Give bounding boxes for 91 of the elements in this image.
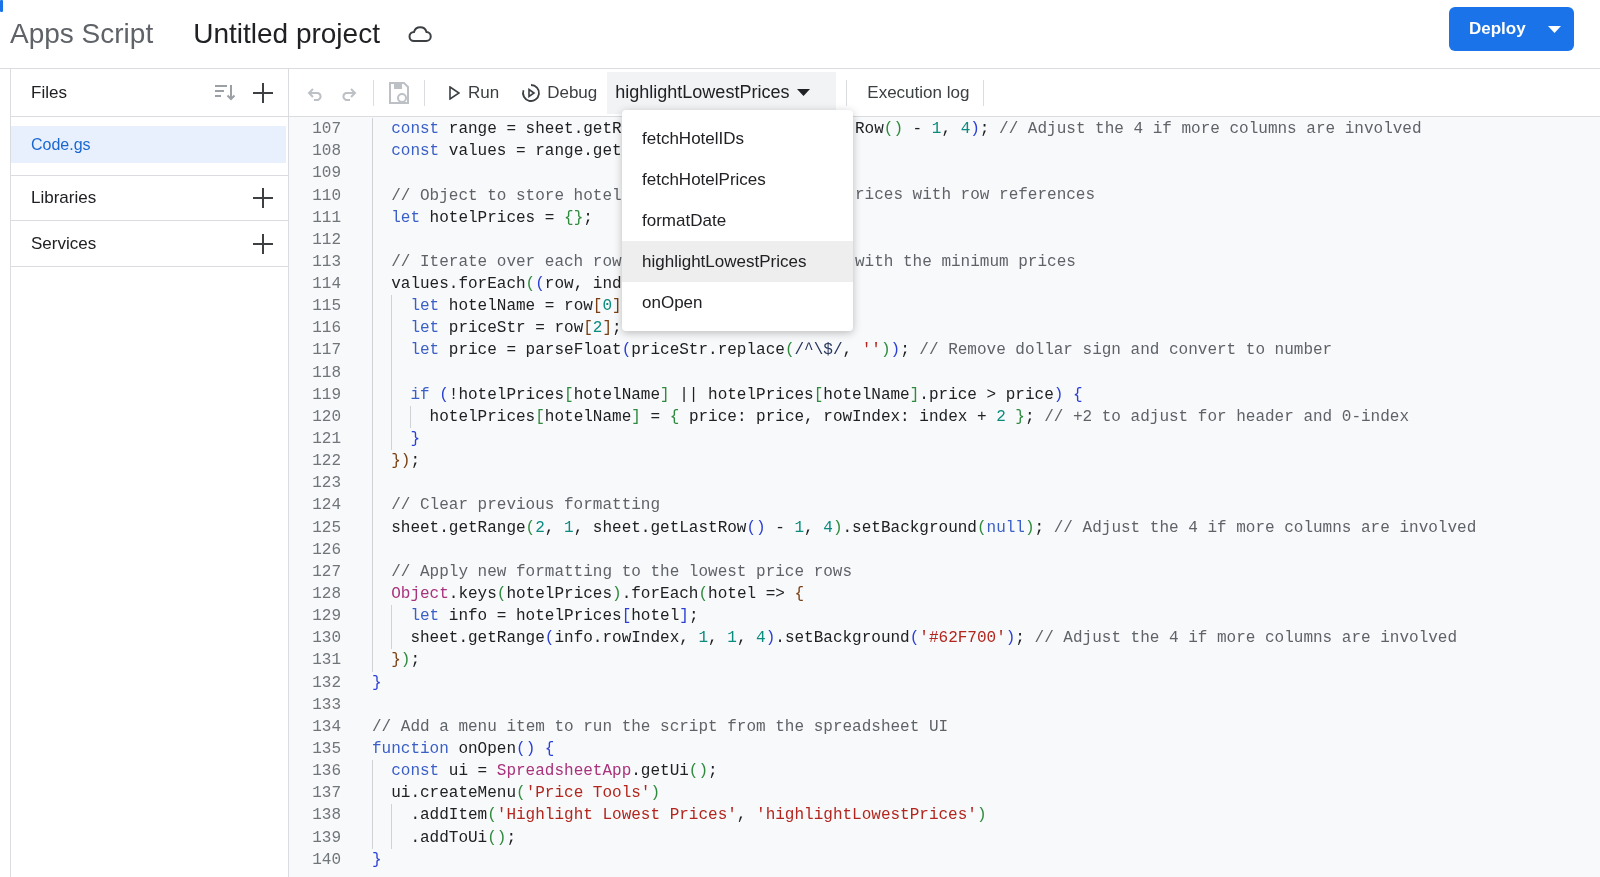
run-button[interactable]: Run [443, 74, 506, 111]
line-number: 115 [311, 296, 341, 318]
line-number: 127 [311, 561, 341, 583]
code-line: with the minimum prices [855, 251, 1076, 273]
line-number: 112 [311, 229, 341, 251]
file-item[interactable]: Code.gs [11, 126, 286, 163]
function-select[interactable]: highlightLowestPrices [607, 71, 837, 114]
code-line: let priceStr = row[2]; [410, 318, 622, 340]
line-number: 117 [311, 340, 341, 362]
line-number: 114 [311, 274, 341, 296]
menu-item[interactable]: formatDate [622, 200, 853, 241]
code-line: sheet.getRange(2, 1, sheet.getLastRow() - 1, 4).setBackground(null); // Adjust the 4 if more columns are involved [391, 517, 1477, 539]
line-number: 133 [311, 694, 341, 716]
line-number: 124 [311, 495, 341, 517]
code-line: // Iterate over each row [391, 251, 622, 273]
code-line: let hotelName = row[0] [410, 296, 622, 318]
line-number: 107 [311, 119, 341, 141]
menu-item[interactable]: onOpen [622, 282, 853, 323]
line-number: 129 [311, 606, 341, 628]
line-number: 125 [311, 517, 341, 539]
line-number: 130 [311, 628, 341, 650]
code-line: } [410, 429, 420, 451]
caret-icon [797, 89, 811, 96]
line-number: 134 [311, 716, 341, 738]
line-number: 116 [311, 318, 341, 340]
code-line: } [372, 849, 382, 871]
line-number: 136 [311, 761, 341, 783]
line-number: 123 [311, 473, 341, 495]
code-line: let price = parseFloat(priceStr.replace(/^\$/, '')); // Remove dollar sign and convert to number [410, 340, 1333, 362]
code-line: rices with row references [855, 185, 1096, 207]
app-name: Apps Script [10, 17, 154, 51]
code-line: const range = sheet.getR [391, 119, 622, 141]
logo-icon [0, 0, 4, 12]
code-line: values.forEach((row, ind [391, 274, 622, 296]
line-number: 108 [311, 141, 341, 163]
line-number: 131 [311, 650, 341, 672]
execution-log-button[interactable]: Execution log [863, 74, 974, 111]
code-line: let hotelPrices = {}; [391, 207, 593, 229]
code-line: let info = hotelPrices[hotel]; [410, 606, 699, 628]
deploy-button[interactable]: Deploy [1449, 7, 1574, 51]
code-line: // Clear previous formatting [391, 495, 661, 517]
line-number: 126 [311, 539, 341, 561]
line-number: 120 [311, 406, 341, 428]
section-heading[interactable]: Libraries [31, 185, 252, 211]
code-line: function onOpen() { [372, 739, 555, 760]
code-line: Row() - 1, 4); // Adjust the 4 if more columns are involved [855, 119, 1422, 141]
line-number: 119 [311, 384, 341, 406]
code-line: // Add a menu item to run the script from the spreadsheet UI [372, 716, 949, 738]
line-number: 118 [311, 362, 341, 384]
line-number: 128 [311, 584, 341, 606]
code-line: const ui = SpreadsheetApp.getUi(); [391, 761, 718, 783]
code-line: .addItem('Highlight Lowest Prices', 'highlightLowestPrices') [410, 805, 987, 827]
menu-item[interactable]: fetchHotelIDs [622, 118, 853, 159]
code-line: hotelPrices[hotelName] = { price: price, rowIndex: index + 2 }; // +2 to adjust for header and 0-index [429, 406, 1409, 428]
code-line: Object.keys(hotelPrices).forEach(hotel => { [391, 584, 805, 606]
code-line: if (!hotelPrices[hotelName] || hotelPrices[hotelName].price > price) { [410, 384, 1083, 406]
line-number: 122 [311, 451, 341, 473]
add-icon[interactable] [252, 232, 274, 255]
line-number: 110 [311, 185, 341, 207]
line-number: 121 [311, 429, 341, 451]
menu-item[interactable]: fetchHotelPrices [622, 159, 853, 200]
code-line: // Apply new formatting to the lowest price rows [391, 561, 853, 583]
code-line: } [372, 672, 382, 694]
line-number: 132 [311, 672, 341, 694]
add-icon[interactable] [252, 187, 274, 209]
debug-icon [521, 82, 542, 103]
line-number: 137 [311, 783, 341, 805]
section-heading[interactable]: Services [31, 230, 252, 257]
line-number: 140 [311, 849, 341, 871]
code-line: ui.createMenu('Price Tools') [391, 783, 661, 805]
line-number: 139 [311, 827, 341, 849]
caret-icon [1547, 25, 1561, 33]
line-number: 138 [311, 805, 341, 827]
play-icon [449, 85, 460, 100]
code-line: const values = range.get [391, 141, 622, 163]
project-title[interactable]: Untitled project [193, 13, 380, 55]
files-heading: Files [31, 81, 68, 104]
cloud-icon [407, 25, 432, 43]
line-number: 111 [311, 207, 341, 229]
code-line: .addToUi(); [410, 827, 516, 849]
code-line: }); [391, 451, 420, 473]
line-number: 109 [311, 163, 341, 185]
line-number: 135 [311, 739, 341, 760]
debug-button[interactable]: Debug [515, 74, 604, 111]
save-icon[interactable] [388, 80, 410, 105]
code-line: // Object to store hotel [391, 185, 622, 207]
code-line: }); [391, 650, 420, 672]
add-file-icon[interactable] [252, 81, 274, 104]
menu-item[interactable]: highlightLowestPrices [622, 241, 853, 282]
line-number: 113 [311, 251, 341, 273]
code-line: sheet.getRange(info.rowIndex, 1, 1, 4).setBackground('#62F700'); // Adjust the 4 if more columns are involved [410, 628, 1458, 650]
